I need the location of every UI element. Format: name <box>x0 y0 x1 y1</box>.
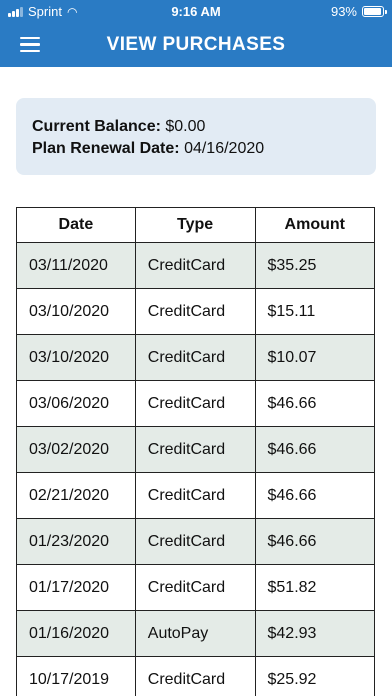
cell-type: CreditCard <box>134 380 256 427</box>
cell-amount: $42.93 <box>254 610 375 657</box>
renewal-date-label: Plan Renewal Date: <box>32 140 180 157</box>
cell-amount: $46.66 <box>254 426 375 473</box>
cell-date: 01/23/2020 <box>16 518 136 565</box>
cell-type: CreditCard <box>134 656 256 696</box>
table-row: 03/02/2020 CreditCard $46.66 <box>16 426 375 473</box>
cell-amount: $46.66 <box>254 380 375 427</box>
renewal-date-line: Plan Renewal Date: 04/16/2020 <box>32 138 360 160</box>
table-row: 10/17/2019 CreditCard $25.92 <box>16 656 375 696</box>
current-balance-value: $0.00 <box>165 118 206 135</box>
battery-icon <box>362 6 387 17</box>
renewal-date-value: 04/16/2020 <box>184 140 265 157</box>
current-balance-label: Current Balance: <box>32 118 161 135</box>
app-header: Sprint ◠ 9:16 AM 93% VIEW PURCHASES <box>0 0 392 67</box>
cell-date: 03/11/2020 <box>16 242 136 289</box>
table-row: 03/11/2020 CreditCard $35.25 <box>16 242 375 289</box>
column-header-date: Date <box>16 207 136 243</box>
cell-type: CreditCard <box>134 472 256 519</box>
purchases-table: Date Type Amount 03/11/2020 CreditCard $… <box>16 207 375 696</box>
balance-card: Current Balance: $0.00 Plan Renewal Date… <box>16 98 376 175</box>
cell-date: 03/10/2020 <box>16 334 136 381</box>
cell-date: 10/17/2019 <box>16 656 136 696</box>
status-right: 93% <box>330 4 387 19</box>
battery-percent: 93% <box>330 4 357 19</box>
cell-amount: $25.92 <box>254 656 375 696</box>
table-row: 01/17/2020 CreditCard $51.82 <box>16 564 375 611</box>
cell-amount: $46.66 <box>254 518 375 565</box>
table-row: 03/10/2020 CreditCard $15.11 <box>16 288 375 335</box>
cell-type: AutoPay <box>134 610 256 657</box>
cell-type: CreditCard <box>134 564 256 611</box>
current-balance-line: Current Balance: $0.00 <box>32 116 360 138</box>
cell-date: 03/10/2020 <box>16 288 136 335</box>
table-row: 02/21/2020 CreditCard $46.66 <box>16 472 375 519</box>
cell-amount: $15.11 <box>254 288 375 335</box>
cell-amount: $35.25 <box>254 242 375 289</box>
cell-type: CreditCard <box>134 334 256 381</box>
cell-amount: $51.82 <box>254 564 375 611</box>
table-row: 01/16/2020 AutoPay $42.93 <box>16 610 375 657</box>
cell-date: 03/06/2020 <box>16 380 136 427</box>
cell-type: CreditCard <box>134 426 256 473</box>
cell-date: 01/16/2020 <box>16 610 136 657</box>
column-header-type: Type <box>134 207 256 243</box>
column-header-amount: Amount <box>254 207 375 243</box>
table-row: 03/10/2020 CreditCard $10.07 <box>16 334 375 381</box>
status-bar: Sprint ◠ 9:16 AM 93% <box>0 0 392 24</box>
cell-date: 01/17/2020 <box>16 564 136 611</box>
page-title: VIEW PURCHASES <box>106 34 286 55</box>
cell-type: CreditCard <box>134 288 256 335</box>
cell-type: CreditCard <box>134 242 256 289</box>
cell-amount: $10.07 <box>254 334 375 381</box>
table-row: 03/06/2020 CreditCard $46.66 <box>16 380 375 427</box>
cell-date: 02/21/2020 <box>16 472 136 519</box>
table-row: 01/23/2020 CreditCard $46.66 <box>16 518 375 565</box>
cell-amount: $46.66 <box>254 472 375 519</box>
table-header-row: Date Type Amount <box>16 207 375 243</box>
cell-type: CreditCard <box>134 518 256 565</box>
cell-date: 03/02/2020 <box>16 426 136 473</box>
